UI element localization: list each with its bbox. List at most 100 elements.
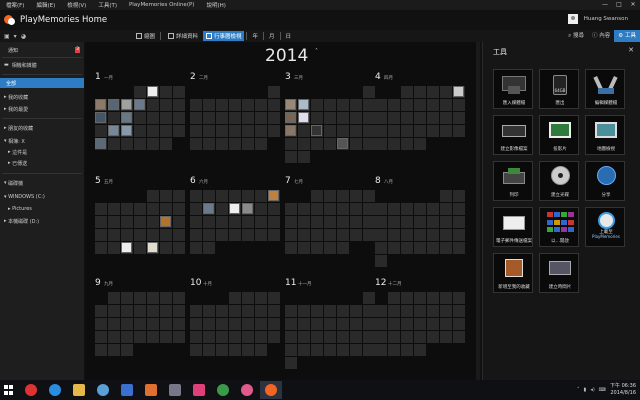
- day-cell[interactable]: [388, 229, 400, 241]
- day-cell[interactable]: [440, 242, 452, 254]
- day-cell[interactable]: [324, 318, 336, 330]
- day-cell[interactable]: [427, 242, 439, 254]
- day-cell[interactable]: [147, 305, 159, 317]
- day-cell[interactable]: [388, 242, 400, 254]
- day-cell[interactable]: [160, 229, 172, 241]
- day-cell[interactable]: [388, 203, 400, 215]
- day-cell[interactable]: [216, 344, 228, 356]
- day-cell[interactable]: [427, 99, 439, 111]
- photo-thumbnail[interactable]: [134, 99, 145, 110]
- day-cell[interactable]: [363, 99, 375, 111]
- day-cell[interactable]: [337, 125, 349, 137]
- taskbar-app[interactable]: [116, 381, 138, 399]
- day-cell[interactable]: [108, 331, 120, 343]
- day-cell[interactable]: [350, 216, 362, 228]
- day-cell[interactable]: [375, 229, 387, 241]
- day-cell[interactable]: [298, 331, 310, 343]
- day-cell[interactable]: [268, 216, 280, 228]
- day-cell[interactable]: [190, 190, 202, 202]
- day-cell[interactable]: [375, 344, 387, 356]
- day-cell[interactable]: [414, 138, 426, 150]
- day-cell[interactable]: [311, 331, 323, 343]
- day-cell[interactable]: [324, 99, 336, 111]
- day-cell[interactable]: [255, 138, 267, 150]
- day-cell[interactable]: [311, 242, 323, 254]
- day-cell[interactable]: [173, 190, 185, 202]
- taskbar-app[interactable]: [236, 381, 258, 399]
- day-cell[interactable]: [108, 112, 120, 124]
- day-cell[interactable]: [160, 292, 172, 304]
- day-cell[interactable]: [453, 125, 465, 137]
- photo-thumbnail[interactable]: [147, 242, 158, 253]
- day-cell[interactable]: [255, 229, 267, 241]
- day-cell[interactable]: [268, 86, 280, 98]
- day-cell[interactable]: [401, 216, 413, 228]
- day-cell[interactable]: [427, 203, 439, 215]
- day-cell[interactable]: [285, 203, 297, 215]
- day-cell[interactable]: [268, 331, 280, 343]
- day-cell[interactable]: [216, 125, 228, 137]
- day-cell[interactable]: [350, 305, 362, 317]
- day-cell[interactable]: [285, 331, 297, 343]
- photo-thumbnail[interactable]: [242, 203, 253, 214]
- day-cell[interactable]: [95, 242, 107, 254]
- tool-slideshow[interactable]: 投影片: [539, 115, 579, 155]
- day-cell[interactable]: [324, 305, 336, 317]
- day-cell[interactable]: [160, 125, 172, 137]
- day-cell[interactable]: [363, 190, 375, 202]
- day-cell[interactable]: [203, 112, 215, 124]
- day-cell[interactable]: [414, 305, 426, 317]
- photo-thumbnail[interactable]: [285, 99, 296, 110]
- day-cell[interactable]: [401, 344, 413, 356]
- day-cell[interactable]: [173, 112, 185, 124]
- day-cell[interactable]: [190, 216, 202, 228]
- volume-icon[interactable]: ◂): [590, 387, 594, 393]
- day-cell[interactable]: [414, 344, 426, 356]
- day-cell[interactable]: [324, 112, 336, 124]
- day-cell[interactable]: [401, 125, 413, 137]
- clock[interactable]: 下午 06:36 2014/8/16: [610, 383, 636, 397]
- day-cell[interactable]: [337, 216, 349, 228]
- sidebar-item-drives[interactable]: ▾ 磁碟機: [0, 178, 84, 188]
- taskbar-app[interactable]: [188, 381, 210, 399]
- day-cell[interactable]: [440, 203, 452, 215]
- day-cell[interactable]: [160, 331, 172, 343]
- day-cell[interactable]: [324, 203, 336, 215]
- day-cell[interactable]: [453, 216, 465, 228]
- day-cell[interactable]: [190, 318, 202, 330]
- day-cell[interactable]: [134, 86, 146, 98]
- sidebar-item-my-collection[interactable]: ▸ 我的收藏: [0, 92, 84, 102]
- day-cell[interactable]: [121, 292, 133, 304]
- photo-thumbnail[interactable]: [108, 125, 119, 136]
- day-cell[interactable]: [190, 242, 202, 254]
- day-cell[interactable]: [363, 203, 375, 215]
- sidebar-item-friends[interactable]: ▸ 朋友的收藏: [0, 123, 84, 133]
- day-cell[interactable]: [388, 292, 400, 304]
- day-cell[interactable]: [134, 331, 146, 343]
- day-cell[interactable]: [311, 216, 323, 228]
- info-button[interactable]: ⓘ 內容: [588, 30, 614, 42]
- start-button[interactable]: [0, 380, 18, 400]
- day-cell[interactable]: [121, 229, 133, 241]
- tool-create-timeshift[interactable]: 建立時間片: [539, 253, 579, 293]
- day-cell[interactable]: [242, 292, 254, 304]
- day-cell[interactable]: [453, 99, 465, 111]
- day-cell[interactable]: [324, 125, 336, 137]
- globe-icon[interactable]: ◕: [21, 33, 26, 40]
- day-cell[interactable]: [134, 112, 146, 124]
- day-cell[interactable]: [229, 331, 241, 343]
- taskbar-explorer[interactable]: [68, 381, 90, 399]
- day-cell[interactable]: [242, 229, 254, 241]
- day-cell[interactable]: [190, 125, 202, 137]
- day-cell[interactable]: [414, 99, 426, 111]
- user-area[interactable]: Huang Swanson: [567, 14, 628, 24]
- day-cell[interactable]: [203, 242, 215, 254]
- sidebar-item-albums[interactable]: ▾ 相簿: X: [0, 136, 84, 146]
- day-cell[interactable]: [298, 151, 310, 163]
- day-cell[interactable]: [229, 112, 241, 124]
- sidebar-item-camera[interactable]: ▬ 相機和媒體: [0, 60, 84, 70]
- day-cell[interactable]: [440, 125, 452, 137]
- day-cell[interactable]: [242, 138, 254, 150]
- day-cell[interactable]: [285, 138, 297, 150]
- day-cell[interactable]: [401, 203, 413, 215]
